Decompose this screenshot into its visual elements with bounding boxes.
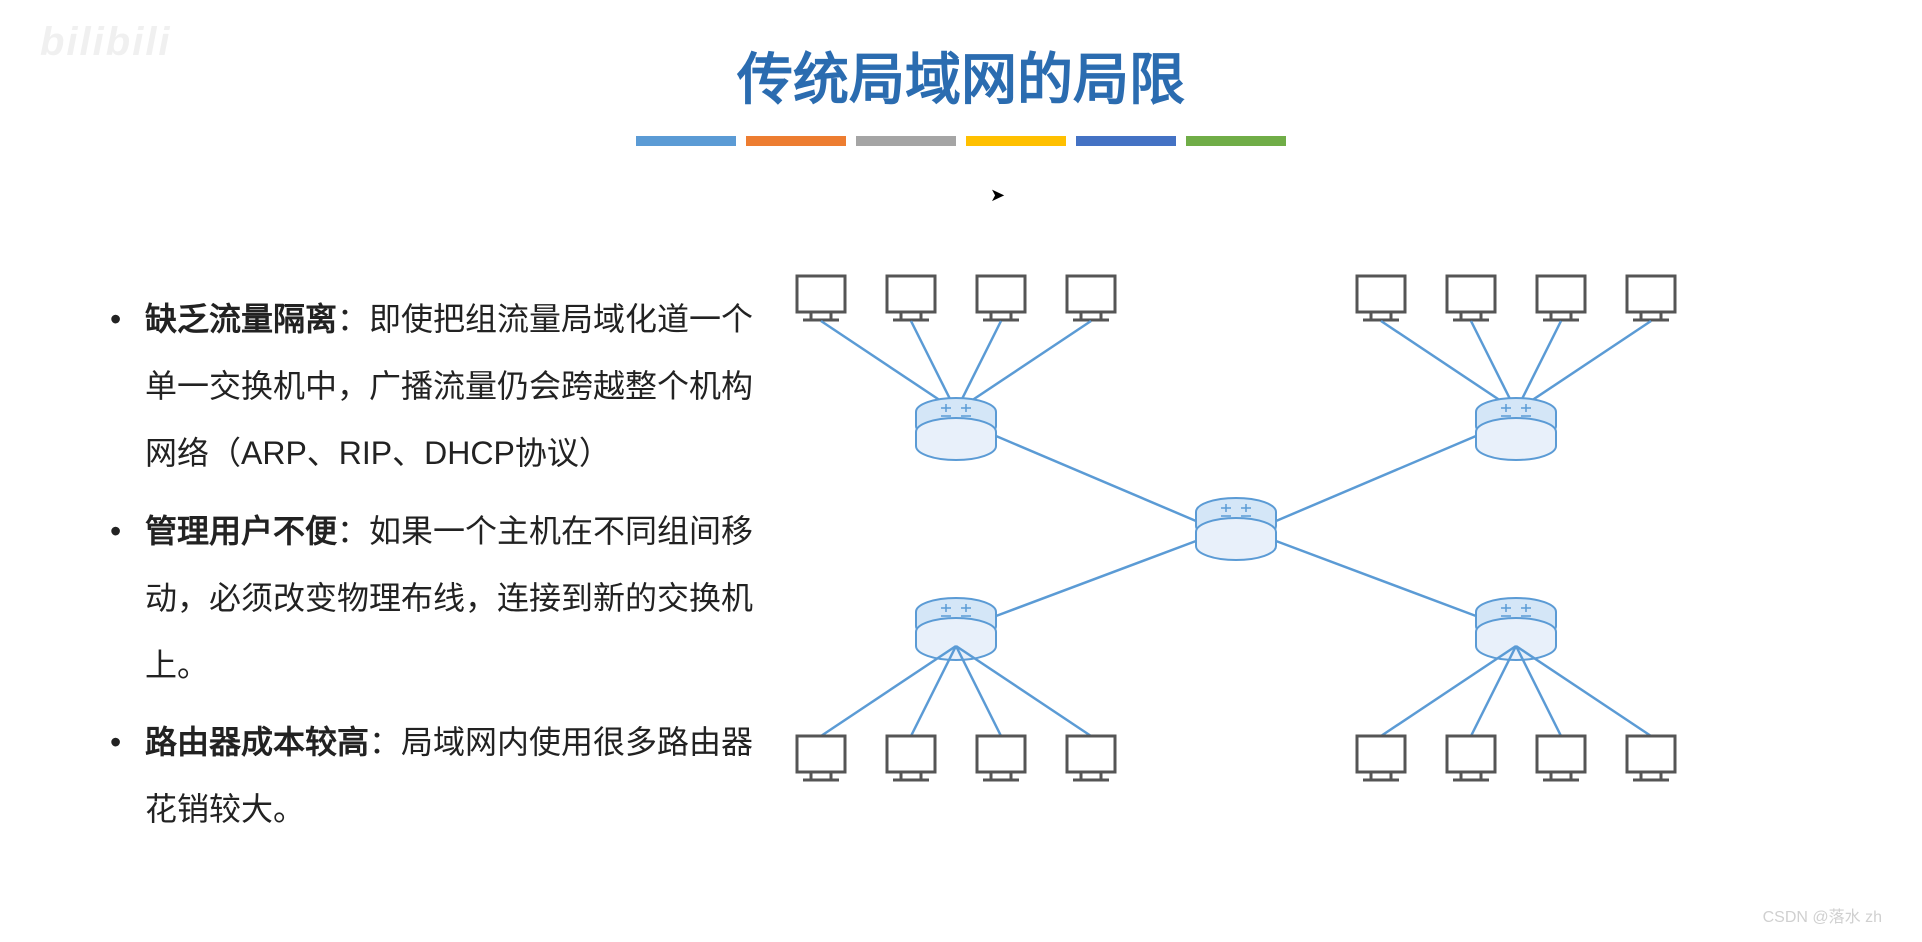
computer-icon bbox=[887, 736, 935, 780]
computer-icon bbox=[1067, 276, 1115, 320]
computer-icon bbox=[1447, 736, 1495, 780]
computer-icon bbox=[797, 276, 845, 320]
computer-icon bbox=[1447, 276, 1495, 320]
color-bar-6 bbox=[1186, 136, 1286, 146]
bullet-item-1: 缺乏流量隔离：即使把组流量局域化道一个单一交换机中，广播流量仍会跨越整个机构网络… bbox=[110, 286, 760, 488]
watermark-top: bilibili bbox=[40, 20, 172, 65]
computer-icon bbox=[1627, 736, 1675, 780]
watermark-bottom: CSDN @落水 zh bbox=[1763, 903, 1882, 927]
computer-icon bbox=[1067, 736, 1115, 780]
computer-icon bbox=[1627, 276, 1675, 320]
switch-icon bbox=[1476, 398, 1556, 460]
computer-icon bbox=[977, 736, 1025, 780]
switch-icon bbox=[1196, 498, 1276, 560]
color-bar-4 bbox=[966, 136, 1066, 146]
computer-icon bbox=[977, 276, 1025, 320]
switch-icon bbox=[916, 398, 996, 460]
color-bar-2 bbox=[746, 136, 846, 146]
cursor-icon: ➤ bbox=[990, 185, 1005, 206]
page-title: 传统局域网的局限 bbox=[0, 0, 1922, 116]
switch-icon bbox=[1476, 598, 1556, 660]
computer-icon bbox=[1537, 276, 1585, 320]
network-diagram bbox=[760, 246, 1862, 854]
switch-icon bbox=[916, 598, 996, 660]
computer-icon bbox=[797, 736, 845, 780]
bullet-bold-1: 缺乏流量隔离 bbox=[145, 301, 337, 337]
bullet-bold-3: 路由器成本较高 bbox=[145, 724, 369, 760]
color-bar-5 bbox=[1076, 136, 1176, 146]
computer-icon bbox=[887, 276, 935, 320]
bullet-item-3: 路由器成本较高：局域网内使用很多路由器花销较大。 bbox=[110, 709, 760, 843]
color-bar-3 bbox=[856, 136, 956, 146]
computer-icon bbox=[1537, 736, 1585, 780]
color-bar-1 bbox=[636, 136, 736, 146]
title-underline-bars bbox=[0, 136, 1922, 146]
computer-icon bbox=[1357, 736, 1405, 780]
bullet-bold-2: 管理用户不便 bbox=[145, 513, 337, 549]
bullet-item-2: 管理用户不便：如果一个主机在不同组间移动，必须改变物理布线，连接到新的交换机上。 bbox=[110, 498, 760, 700]
computer-icon bbox=[1357, 276, 1405, 320]
bullet-list: 缺乏流量隔离：即使把组流量局域化道一个单一交换机中，广播流量仍会跨越整个机构网络… bbox=[60, 246, 760, 854]
